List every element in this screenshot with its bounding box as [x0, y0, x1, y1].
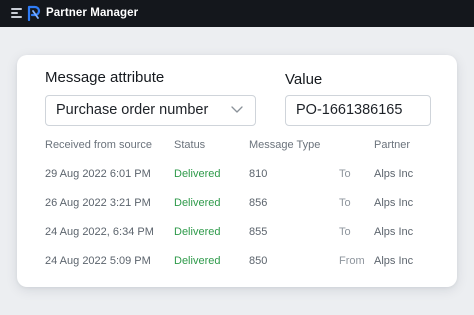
- status-badge: Delivered: [174, 168, 221, 180]
- value-input-text: PO-1661386165: [296, 102, 403, 118]
- message-type: 810: [249, 168, 268, 180]
- message-type: 850: [249, 255, 268, 267]
- direction: From: [339, 255, 365, 267]
- message-attribute-select[interactable]: Purchase order number: [45, 95, 256, 126]
- hamburger-menu-icon[interactable]: [11, 8, 22, 18]
- message-search-card: Message attribute Value Purchase order n…: [17, 55, 457, 287]
- column-header-received[interactable]: Received from source: [45, 139, 152, 151]
- message-attribute-label: Message attribute: [45, 69, 165, 86]
- partner-manager-logo-icon: [27, 5, 41, 21]
- message-type: 855: [249, 226, 268, 238]
- app-title: Partner Manager: [46, 7, 139, 19]
- direction: To: [339, 197, 351, 209]
- status-badge: Delivered: [174, 226, 221, 238]
- partner-name: Alps Inc: [374, 197, 414, 209]
- received-date: 26 Aug 2022 3:21 PM: [45, 197, 151, 209]
- chevron-down-icon: [231, 106, 243, 113]
- table-row[interactable]: 24 Aug 2022 5:09 PM Delivered 850 From A…: [17, 255, 457, 284]
- partner-name: Alps Inc: [374, 168, 414, 180]
- partner-name: Alps Inc: [374, 255, 414, 267]
- received-date: 24 Aug 2022, 6:34 PM: [45, 226, 154, 238]
- received-date: 29 Aug 2022 6:01 PM: [45, 168, 151, 180]
- message-attribute-selected-value: Purchase order number: [56, 102, 209, 118]
- received-date: 24 Aug 2022 5:09 PM: [45, 255, 151, 267]
- status-badge: Delivered: [174, 255, 221, 267]
- top-bar: Partner Manager: [0, 0, 474, 27]
- column-header-message-type[interactable]: Message Type: [249, 139, 320, 151]
- column-header-partner[interactable]: Partner: [374, 139, 410, 151]
- column-header-status[interactable]: Status: [174, 139, 205, 151]
- message-type: 856: [249, 197, 268, 209]
- direction: To: [339, 226, 351, 238]
- value-input[interactable]: PO-1661386165: [285, 95, 431, 126]
- direction: To: [339, 168, 351, 180]
- table-row[interactable]: 24 Aug 2022, 6:34 PM Delivered 855 To Al…: [17, 226, 457, 255]
- partner-name: Alps Inc: [374, 226, 414, 238]
- table-row[interactable]: 29 Aug 2022 6:01 PM Delivered 810 To Alp…: [17, 168, 457, 197]
- table-row[interactable]: 26 Aug 2022 3:21 PM Delivered 856 To Alp…: [17, 197, 457, 226]
- value-label: Value: [285, 71, 323, 88]
- status-badge: Delivered: [174, 197, 221, 209]
